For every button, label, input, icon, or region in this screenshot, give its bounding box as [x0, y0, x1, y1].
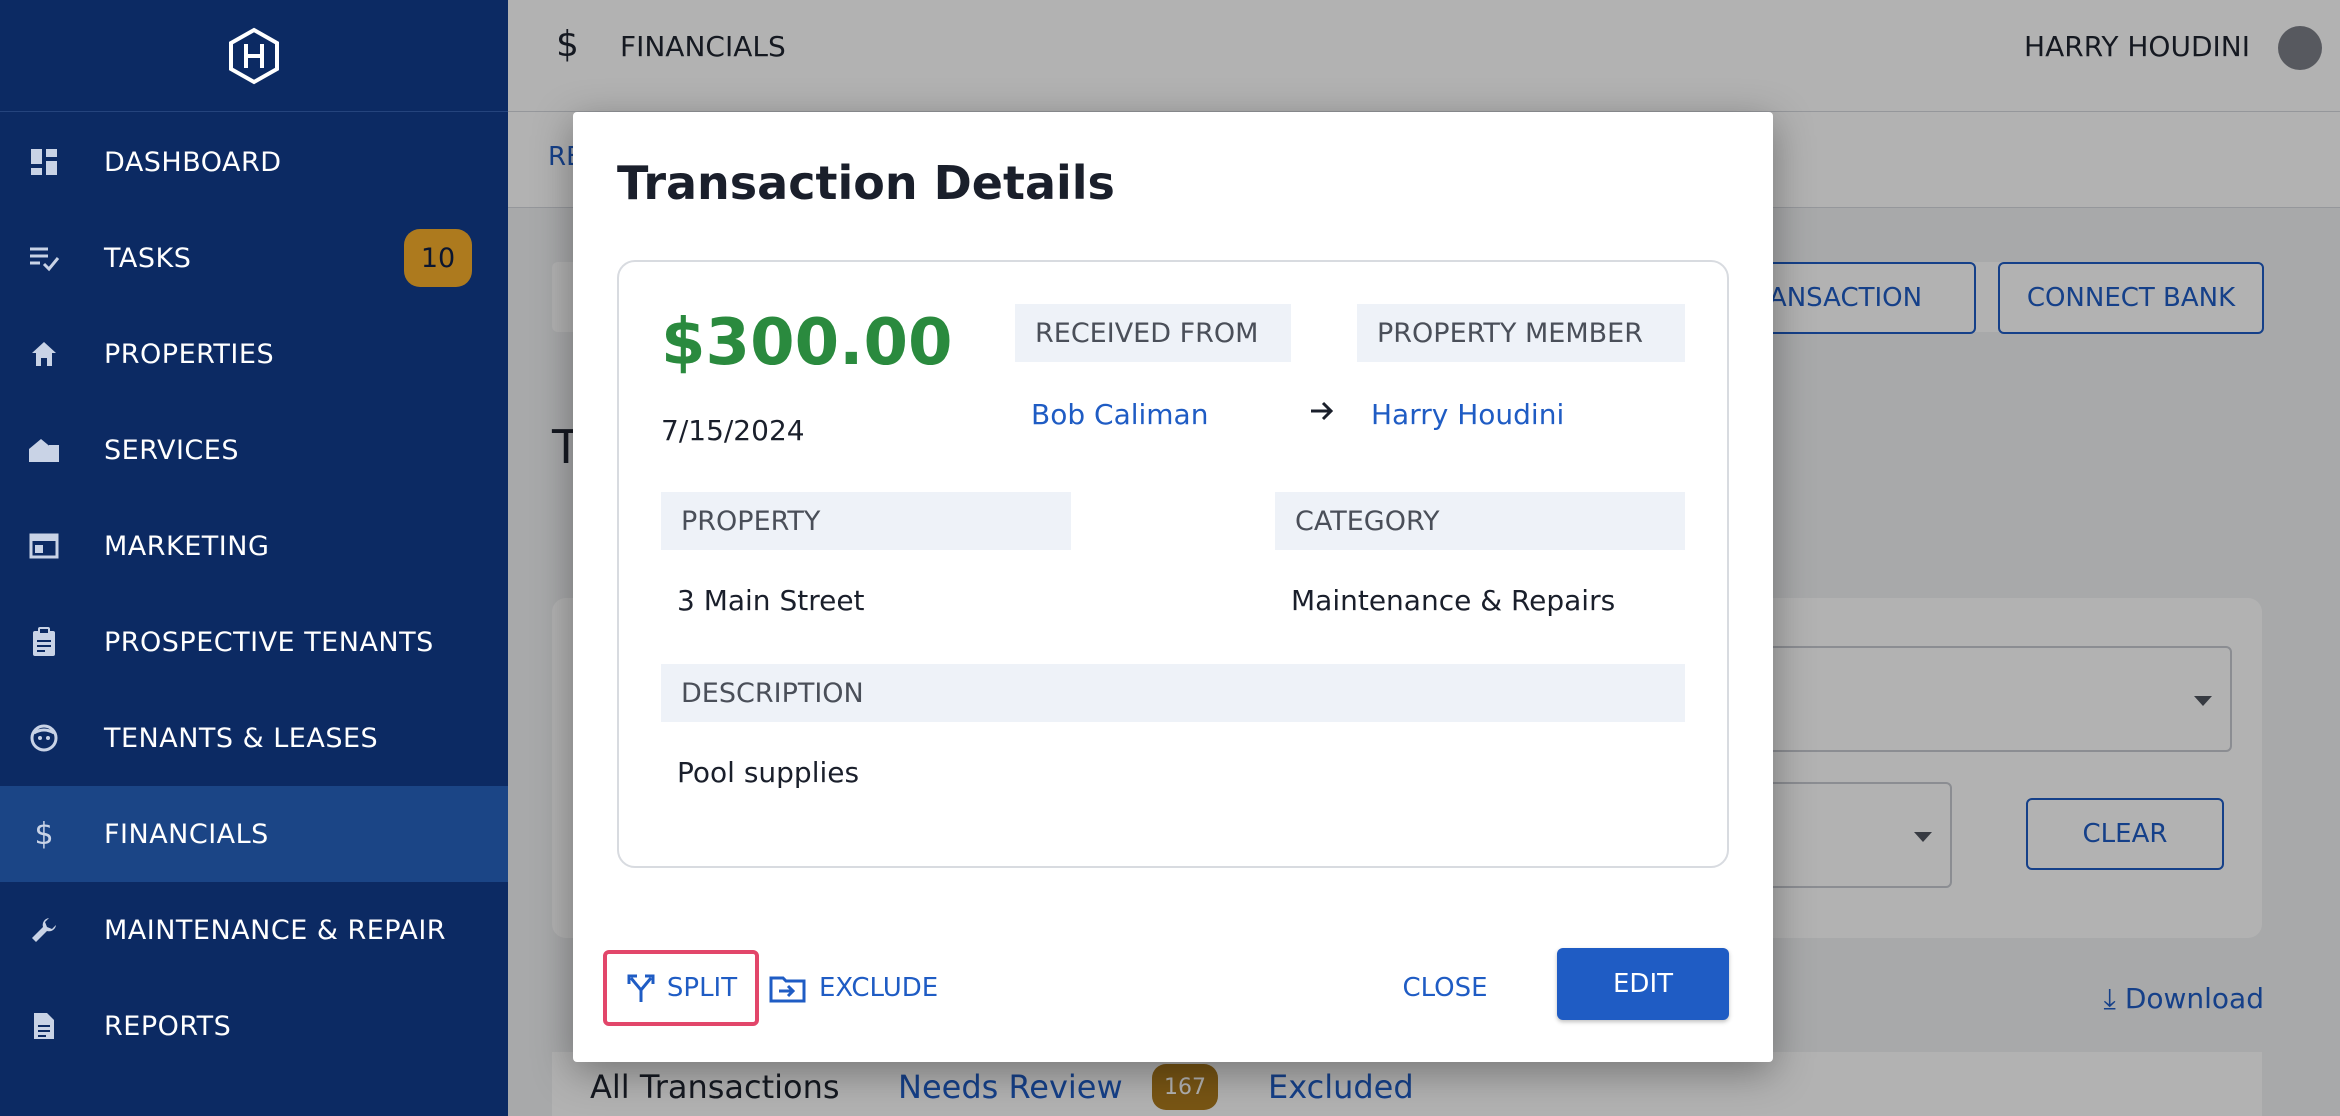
sidebar-item-tasks[interactable]: TASKS 10 [0, 210, 508, 306]
sidebar: DASHBOARD TASKS 10 PROPERTIES SERVICES M… [0, 0, 508, 1116]
property-value: 3 Main Street [677, 584, 865, 617]
sidebar-item-label: SERVICES [104, 434, 239, 466]
dollar-icon: $ [34, 816, 54, 852]
received-from-link[interactable]: Bob Caliman [1031, 398, 1208, 431]
sidebar-item-tenants-leases[interactable]: TENANTS & LEASES [0, 690, 508, 786]
sidebar-item-properties[interactable]: PROPERTIES [0, 306, 508, 402]
clipboard-icon [24, 622, 64, 662]
sidebar-item-marketing[interactable]: MARKETING [0, 498, 508, 594]
sidebar-item-label: PROSPECTIVE TENANTS [104, 626, 434, 658]
category-value: Maintenance & Repairs [1291, 584, 1616, 617]
received-from-label: RECEIVED FROM [1015, 304, 1291, 362]
description-label: DESCRIPTION [661, 664, 1685, 722]
tasks-icon [24, 238, 64, 278]
sidebar-item-services[interactable]: SERVICES [0, 402, 508, 498]
split-button[interactable]: SPLIT [603, 950, 759, 1026]
sidebar-item-label: DASHBOARD [104, 146, 282, 178]
sidebar-item-prospective-tenants[interactable]: PROSPECTIVE TENANTS [0, 594, 508, 690]
category-label: CATEGORY [1275, 492, 1685, 550]
sidebar-item-reports[interactable]: REPORTS [0, 978, 508, 1074]
sidebar-item-financials[interactable]: $ FINANCIALS [0, 786, 508, 882]
tasks-count-badge: 10 [404, 229, 472, 287]
home-icon [24, 334, 64, 374]
sidebar-item-label: PROPERTIES [104, 338, 275, 370]
transaction-amount: $300.00 [661, 306, 953, 380]
modal-title: Transaction Details [617, 156, 1115, 210]
sidebar-item-label: TASKS [104, 242, 192, 274]
sidebar-item-dashboard[interactable]: DASHBOARD [0, 114, 508, 210]
transaction-details-modal: Transaction Details $300.00 7/15/2024 RE… [573, 112, 1773, 1062]
dashboard-icon [24, 142, 64, 182]
services-icon [24, 430, 64, 470]
description-value: Pool supplies [677, 756, 860, 789]
sidebar-item-label: REPORTS [104, 1010, 232, 1042]
split-icon [627, 974, 655, 1002]
face-icon [24, 718, 64, 758]
property-member-label: PROPERTY MEMBER [1357, 304, 1685, 362]
sidebar-item-maintenance-repair[interactable]: MAINTENANCE & REPAIR [0, 882, 508, 978]
edit-button[interactable]: EDIT [1557, 948, 1729, 1020]
brand-logo-icon [229, 27, 279, 84]
folder-move-icon [769, 976, 806, 1003]
arrow-right-icon [1311, 401, 1334, 421]
transaction-date: 7/15/2024 [661, 414, 805, 447]
sidebar-item-label: MAINTENANCE & REPAIR [104, 914, 447, 946]
report-icon [24, 1006, 64, 1046]
property-member-link[interactable]: Harry Houdini [1371, 398, 1564, 431]
exclude-button[interactable]: EXCLUDE [769, 950, 938, 1026]
sidebar-item-label: TENANTS & LEASES [104, 722, 379, 754]
property-label: PROPERTY [661, 492, 1071, 550]
close-button[interactable]: CLOSE [1385, 950, 1505, 1026]
wrench-icon [24, 910, 64, 950]
sidebar-item-label: MARKETING [104, 530, 270, 562]
marketing-icon [24, 526, 64, 566]
logo[interactable] [0, 0, 508, 112]
details-card: $300.00 7/15/2024 RECEIVED FROM PROPERTY… [617, 260, 1729, 868]
sidebar-item-label: FINANCIALS [104, 818, 269, 850]
